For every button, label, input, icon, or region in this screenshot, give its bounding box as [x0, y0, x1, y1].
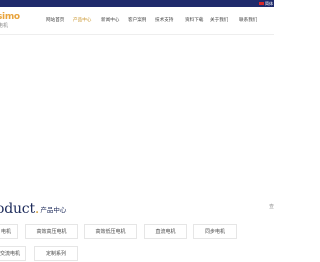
nav-item-downloads[interactable]: 资料下载 — [185, 17, 203, 24]
products-section-title: oduct.产品中心 — [0, 198, 66, 218]
category-high-voltage[interactable]: 高效高压电机 — [25, 224, 78, 239]
logo-subtext: 电机 — [0, 23, 9, 29]
nav-item-support[interactable]: 技术支持 — [155, 17, 173, 24]
products-title-cn: 产品中心 — [40, 206, 67, 214]
top-bar: 简体 — [0, 0, 274, 7]
language-switch[interactable]: 简体 — [259, 0, 273, 7]
category-low-voltage[interactable]: 高效低压电机 — [84, 224, 137, 239]
category-custom[interactable]: 定制系列 — [34, 246, 78, 261]
category-ac-motor[interactable]: 交流电机 — [0, 246, 26, 261]
site-header: simo 电机 网站首页 产品中心 新闻中心 客户案例 技术支持 资料下载 关于… — [0, 7, 274, 35]
products-title-dot: . — [34, 201, 40, 217]
nav-item-products[interactable]: 产品中心 — [73, 17, 91, 24]
category-dc-motor[interactable]: 直流电机 — [144, 224, 187, 239]
brand-logo[interactable]: simo 电机 — [0, 12, 27, 32]
view-more-link[interactable]: 查 — [269, 203, 274, 210]
logo-text: simo — [0, 12, 20, 22]
language-label: 简体 — [265, 1, 273, 6]
nav-item-home[interactable]: 网站首页 — [46, 17, 64, 24]
flag-icon — [259, 2, 264, 5]
nav-item-news[interactable]: 新闻中心 — [101, 17, 119, 24]
products-title-en: oduct — [0, 201, 35, 217]
nav-item-contact[interactable]: 联系我们 — [239, 17, 257, 24]
nav-item-about[interactable]: 关于我们 — [210, 17, 228, 24]
category-motor[interactable]: 电机 — [0, 224, 18, 239]
category-sync-motor[interactable]: 同步电机 — [193, 224, 237, 239]
nav-item-cases[interactable]: 客户案例 — [128, 17, 146, 24]
